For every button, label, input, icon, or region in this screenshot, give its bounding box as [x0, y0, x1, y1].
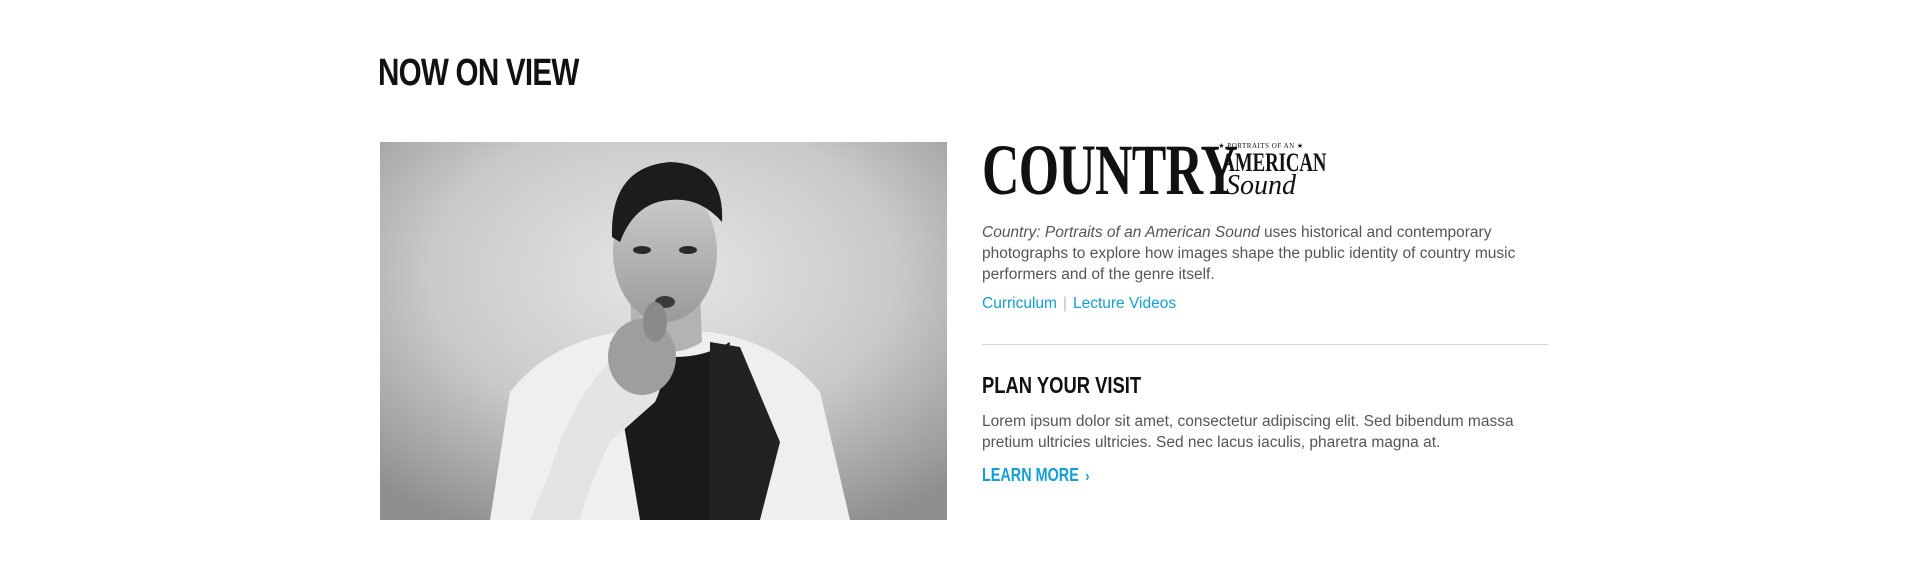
plan-visit-body: Lorem ipsum dolor sit amet, consectetur …	[982, 413, 1514, 451]
section-heading: NOW ON VIEW	[378, 52, 579, 94]
hero-photo[interactable]	[380, 142, 947, 520]
learn-more-link[interactable]: LEARN MORE ›	[982, 464, 1089, 488]
exhibition-description: Country: Portraits of an American Sound …	[982, 222, 1552, 285]
exhibition-logo[interactable]: COUNTRY ★ PORTRAITS OF AN ★ AMERICAN Sou…	[982, 134, 1327, 208]
resource-links: Curriculum | Lecture Videos	[982, 294, 1552, 314]
exhibition-title: Country: Portraits of an American Sound	[982, 224, 1260, 241]
divider	[982, 344, 1548, 345]
learn-more-label: LEARN MORE	[982, 465, 1079, 485]
link-separator: |	[1062, 295, 1067, 312]
logo-country-text: COUNTRY	[982, 130, 1238, 210]
plan-visit-heading: PLAN YOUR VISIT	[982, 372, 1142, 398]
lecture-videos-link[interactable]: Lecture Videos	[1073, 295, 1176, 312]
logo-american-text: AMERICAN	[1221, 148, 1327, 177]
chevron-right-icon: ›	[1085, 468, 1090, 485]
feature-content: COUNTRY ★ PORTRAITS OF AN ★ AMERICAN Sou…	[982, 134, 1552, 488]
curriculum-link[interactable]: Curriculum	[982, 295, 1057, 312]
logo-subtitle: ★ PORTRAITS OF AN ★ AMERICAN Sound	[1206, 142, 1327, 200]
page: NOW ON VIEW COUNTRY ★ PORTRAITS OF AN ★ …	[0, 0, 1920, 570]
